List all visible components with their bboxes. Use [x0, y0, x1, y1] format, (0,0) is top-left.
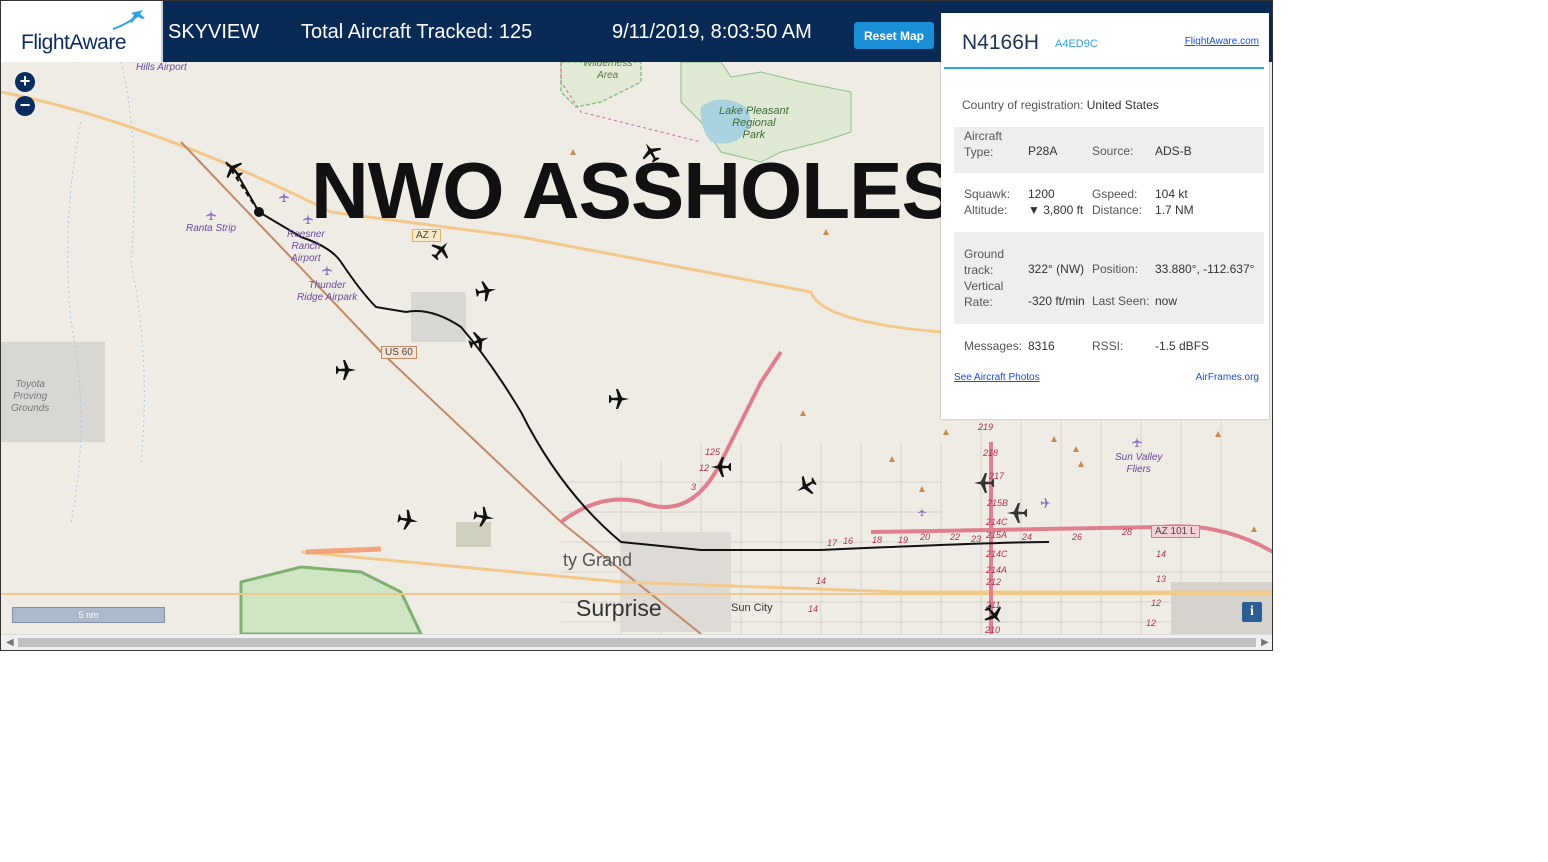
exit-label: 17	[827, 538, 838, 548]
info-icon[interactable]: i	[1242, 602, 1262, 622]
messages-label: Messages:	[964, 339, 1023, 353]
scale-bar: 5 nm	[12, 607, 165, 623]
ground-track-label: Ground track:	[964, 247, 1005, 277]
skyview-app: FlightAware SKYVIEW Total Aircraft Track…	[0, 0, 1273, 651]
position-label: Position:	[1092, 262, 1139, 276]
flightaware-logo[interactable]: FlightAware	[1, 1, 163, 62]
country-value: United States	[1086, 98, 1159, 112]
scroll-right-icon[interactable]: ▶	[1261, 637, 1269, 648]
last-seen-label: Last Seen:	[1092, 294, 1150, 308]
exit-label: 214A	[986, 565, 1008, 575]
info-row-type: Aircraft Type: P28A Source: ADS-B	[954, 127, 1264, 173]
horizontal-scrollbar[interactable]: ◀ ▶	[1, 634, 1272, 650]
rssi-label: RSSI:	[1092, 339, 1124, 353]
exit-label: 16	[843, 536, 854, 546]
squawk-label: Squawk:	[964, 187, 1011, 201]
exit-label: 19	[898, 535, 909, 545]
exit-label: 214C	[986, 517, 1008, 527]
exit-label: 214C	[986, 549, 1008, 559]
exit-label: 217	[989, 471, 1005, 481]
exit-label: 3	[691, 482, 697, 492]
exit-label: 215A	[986, 530, 1008, 540]
info-row-track: Ground track: 322° (NW) Position: 33.880…	[954, 232, 1264, 324]
exit-label: 12	[1151, 598, 1162, 608]
exit-label: 22	[950, 532, 961, 542]
info-row-messages: Messages: 8316 RSSI: -1.5 dBFS	[954, 333, 1264, 363]
tracked-count: Total Aircraft Tracked: 125	[301, 21, 533, 43]
aircraft-type-label: Aircraft Type:	[964, 129, 1003, 159]
exit-label: 23	[971, 534, 982, 544]
zoom-in-button[interactable]: +	[15, 72, 35, 92]
zoom-out-button[interactable]: −	[15, 96, 35, 116]
reset-map-button[interactable]: Reset Map	[854, 22, 934, 49]
altitude-value: ▼ 3,800 ft	[1028, 203, 1084, 217]
exit-label: 211	[986, 600, 1001, 610]
logo-text: FlightAware	[21, 31, 127, 54]
exit-label: 14	[816, 576, 827, 586]
aircraft-hex: A4ED9C	[1055, 38, 1098, 50]
exit-label: 215B	[987, 498, 1009, 508]
exit-label: 14	[808, 604, 819, 614]
exit-label: 219	[978, 422, 994, 432]
exit-label: 13	[1156, 574, 1167, 584]
aircraft-type-value: P28A	[1028, 144, 1058, 158]
scroll-left-icon[interactable]: ◀	[6, 637, 14, 648]
overlay-text: NWO ASSHOLES	[311, 146, 955, 235]
exit-label: 18	[872, 535, 883, 545]
exit-label: 28	[1122, 527, 1133, 537]
exit-label: 24	[1022, 532, 1033, 542]
rssi-value: -1.5 dBFS	[1155, 339, 1210, 353]
country-label: Country of registration:	[962, 98, 1084, 112]
aircraft-photos-link[interactable]: See Aircraft Photos	[954, 372, 1040, 383]
source-label: Source:	[1092, 144, 1134, 158]
exit-label: 26	[1072, 532, 1083, 542]
exit-label: 125	[705, 447, 721, 457]
altitude-label: Altitude:	[964, 203, 1008, 217]
exit-label: 20	[920, 532, 931, 542]
flightaware-link[interactable]: FlightAware.com	[1185, 36, 1259, 47]
position-value: 33.880°, -112.637°	[1155, 262, 1255, 276]
exit-label: 212	[986, 577, 1002, 587]
distance-label: Distance:	[1092, 203, 1143, 217]
gspeed-label: Gspeed:	[1092, 187, 1138, 201]
info-row-squawk: Squawk: 1200 Gspeed: 104 kt Altitude: ▼ …	[954, 183, 1264, 223]
exit-label: 12	[1146, 618, 1157, 628]
exit-label: 12	[699, 463, 710, 473]
ground-track-value: 322° (NW)	[1028, 262, 1085, 276]
airframes-link[interactable]: AirFrames.org	[1196, 372, 1259, 383]
panel-divider	[944, 67, 1264, 69]
view-title: SKYVIEW	[168, 21, 260, 43]
exit-label: 14	[1156, 549, 1167, 559]
last-seen-value: now	[1155, 294, 1178, 308]
aircraft-callsign: N4166H	[962, 31, 1040, 54]
vertical-rate-label: Vertical Rate:	[964, 279, 1004, 309]
source-value: ADS-B	[1155, 144, 1192, 158]
datetime: 9/11/2019, 8:03:50 AM	[612, 21, 812, 43]
messages-value: 8316	[1028, 339, 1055, 353]
aircraft-detail-panel: N4166H A4ED9C FlightAware.com Country of…	[941, 13, 1269, 419]
exit-label: 210	[985, 625, 1001, 634]
vertical-rate-value: -320 ft/min	[1028, 294, 1085, 308]
distance-value: 1.7 NM	[1155, 203, 1194, 217]
scrollbar-thumb[interactable]	[18, 638, 1256, 647]
exit-label: 218	[983, 448, 999, 458]
squawk-value: 1200	[1028, 187, 1055, 201]
gspeed-value: 104 kt	[1155, 187, 1188, 201]
